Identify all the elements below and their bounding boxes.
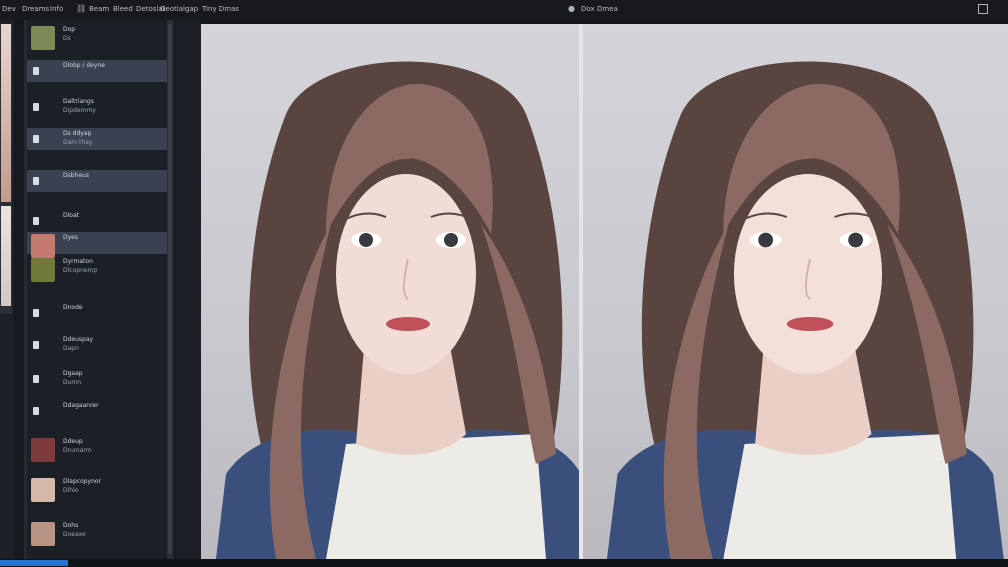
layer-detail: Dapn <box>63 345 79 352</box>
layer-thumbnail <box>31 258 55 282</box>
iris-left <box>758 232 774 248</box>
menu-item-3[interactable]: Beam <box>89 5 109 13</box>
menu-right-item-0[interactable]: Dox <box>581 5 595 13</box>
portrait-after <box>606 61 1004 559</box>
top-shirt <box>723 434 957 559</box>
layer-icon <box>33 341 39 349</box>
viewer-before[interactable] <box>201 24 579 559</box>
layer-row[interactable]: Dyes <box>27 232 167 258</box>
layer-row[interactable]: Ds ddyap Dam thay <box>27 128 167 150</box>
layer-row[interactable]: Dnode <box>27 302 167 324</box>
layer-name: Dyes <box>63 234 78 241</box>
layer-row[interactable]: Dloat <box>27 210 167 232</box>
iris-right <box>848 232 864 248</box>
menu-right-item-1[interactable]: Dmea <box>597 5 618 13</box>
menu-item-7[interactable]: Tiny Dmas <box>202 5 239 13</box>
layer-detail: Doeaxe <box>63 531 86 538</box>
layer-row[interactable]: Ddeup Drumarm <box>27 436 167 462</box>
taskbar-button[interactable] <box>0 560 68 566</box>
menu-item-4[interactable]: Bleed <box>113 5 133 13</box>
layer-thumbnail <box>31 522 55 546</box>
layer-thumbnail <box>31 234 55 258</box>
layer-row[interactable]: Ddeuspay Dapn <box>27 334 167 356</box>
layer-detail: Dipdemmy <box>63 107 96 114</box>
layer-row[interactable]: Dyrmaton Dlcopnemp <box>27 256 167 282</box>
layer-row[interactable]: Dop Ds <box>27 24 167 50</box>
top-shirt <box>326 434 546 559</box>
layer-name: Dlobp / deyne <box>63 62 105 69</box>
layer-name: Dsbheus <box>63 172 89 179</box>
layer-row[interactable]: Dsbheus <box>27 170 167 192</box>
layer-row[interactable]: Daltriangs Dipdemmy <box>27 96 167 118</box>
layer-icon <box>33 67 39 75</box>
layer-row[interactable]: Ddagaanrer <box>27 400 167 422</box>
layer-name: Dloat <box>63 212 79 219</box>
menu-item-0[interactable]: Dev <box>2 5 16 13</box>
layer-detail: Dam thay <box>63 139 93 146</box>
layers-panel: Dop Ds Dlobp / deyne Daltriangs Dipdemmy Ds d… <box>27 20 167 560</box>
secondary-sidebar <box>173 20 201 560</box>
menu-item-1[interactable]: Dreams <box>22 5 49 13</box>
filmstrip-thumb[interactable] <box>1 206 11 306</box>
iris-right <box>444 233 458 247</box>
layer-row[interactable]: Dgaap Dumn <box>27 368 167 390</box>
lips <box>386 317 430 331</box>
layer-name: Daltriangs <box>63 98 94 105</box>
layer-detail: Dumn <box>63 379 82 386</box>
layer-row[interactable]: Dohs Doeaxe <box>27 520 167 546</box>
layer-icon <box>33 375 39 383</box>
layer-icon <box>33 135 39 143</box>
portrait-before <box>216 61 579 559</box>
layer-name: Dyrmaton <box>63 258 93 265</box>
layer-name: Dnode <box>63 304 83 311</box>
layer-name: Ds ddyap <box>63 130 92 137</box>
layer-icon <box>33 103 39 111</box>
layer-detail: Drumarm <box>63 447 92 454</box>
layer-name: Dlapcopynor <box>63 478 102 485</box>
layer-name: Dgaap <box>63 370 83 377</box>
layer-name: Ddeup <box>63 438 83 445</box>
layer-thumbnail <box>31 478 55 502</box>
iris-left <box>359 233 373 247</box>
layer-icon <box>33 217 39 225</box>
layer-row[interactable]: Dlobp / deyne <box>27 60 167 82</box>
viewer-after[interactable] <box>583 24 1008 559</box>
lips <box>786 317 834 331</box>
layer-row[interactable]: Dlapcopynor Dlhlo <box>27 476 167 502</box>
eye-icon[interactable]: ● <box>568 5 576 13</box>
scrollbar-thumb[interactable] <box>168 24 172 554</box>
layer-detail: Dlcopnemp <box>63 267 98 274</box>
status-bar <box>0 559 1008 567</box>
menu-item-2[interactable]: Info <box>50 5 63 13</box>
layer-name: Ddeuspay <box>63 336 94 343</box>
layer-icon <box>33 177 39 185</box>
layer-detail: Dlhlo <box>63 487 79 494</box>
layer-name: Dohs <box>63 522 79 529</box>
layer-detail: Ds <box>63 35 71 42</box>
layer-thumbnail <box>31 438 55 462</box>
window-maximize-icon[interactable] <box>978 4 988 14</box>
filmstrip-thumb[interactable] <box>1 24 11 202</box>
layer-name: Ddagaanrer <box>63 402 99 409</box>
menu-item-6[interactable]: Geotialgap <box>160 5 198 13</box>
filmstrip <box>0 24 12 314</box>
layer-icon <box>33 309 39 317</box>
layer-name: Dop <box>63 26 76 33</box>
menu-bar: Dev Dreams Info ⛓ Beam Bleed Detoslat Ge… <box>0 0 1008 20</box>
link-icon[interactable]: ⛓ <box>76 5 86 13</box>
layer-thumbnail <box>31 26 55 50</box>
layer-icon <box>33 407 39 415</box>
